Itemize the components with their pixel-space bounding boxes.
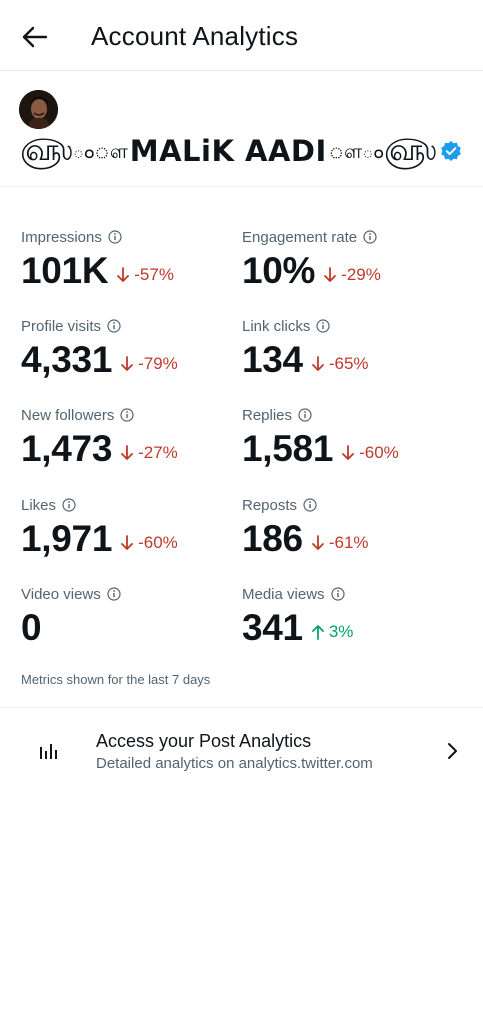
info-icon[interactable] (363, 230, 377, 244)
metric-change: -27% (120, 443, 178, 463)
metric-likes: Likes 1,971 -60% (21, 495, 241, 560)
metric-change-value: -79% (138, 354, 178, 373)
profile-header: ௵ ంௗ MALiK AADI ௗం ௵ (0, 71, 483, 187)
metric-value: 10% (242, 250, 316, 291)
arrow-up-icon (311, 625, 324, 640)
chevron-right-icon (448, 743, 457, 759)
info-icon[interactable] (298, 408, 312, 422)
arrow-down-icon (121, 356, 133, 371)
metric-change-value: -65% (328, 354, 369, 373)
metric-engagement-rate: Engagement rate 10% -29% (242, 227, 462, 292)
arrow-down-icon (117, 267, 130, 282)
info-icon[interactable] (107, 587, 121, 601)
arrow-down-icon (311, 356, 324, 371)
metric-change: -79% (120, 354, 178, 374)
metric-value: 1,971 (21, 518, 113, 559)
metric-change: -60% (341, 443, 399, 463)
metric-change-value: -60% (138, 533, 178, 552)
metric-label: Impressions (21, 228, 102, 246)
metric-change: -61% (311, 533, 369, 553)
arrow-left-icon (22, 26, 48, 48)
metric-value: 1,473 (21, 428, 113, 469)
info-icon[interactable] (120, 408, 134, 422)
arrow-down-icon (324, 267, 337, 282)
metric-change: -29% (323, 265, 381, 285)
metric-label: Link clicks (242, 317, 311, 335)
metric-value: 0 (21, 607, 42, 648)
metric-label: Reposts (242, 496, 298, 514)
arrow-down-icon (311, 535, 324, 550)
avatar-image (19, 90, 58, 129)
metric-value: 4,331 (21, 339, 113, 380)
name-decoration-right-small: ௗం (328, 139, 384, 163)
metric-label: Media views (242, 585, 325, 603)
metric-label: Video views (21, 585, 101, 603)
info-icon[interactable] (330, 587, 345, 601)
metric-value: 341 (242, 607, 303, 648)
metric-media-views: Media views 341 3% (242, 584, 462, 649)
metric-label: New followers (21, 406, 115, 424)
metric-label: Replies (242, 406, 293, 424)
info-icon[interactable] (303, 498, 317, 512)
info-icon[interactable] (107, 319, 121, 333)
metric-change-value: -27% (138, 443, 178, 462)
metric-change: -65% (311, 354, 369, 374)
name-decoration-left-small: ంௗ (72, 139, 128, 163)
metric-reposts: Reposts 186 -61% (242, 495, 462, 560)
info-icon[interactable] (62, 498, 76, 512)
post-analytics-subtitle: Detailed analytics on analytics.twitter.… (96, 755, 373, 772)
info-icon[interactable] (108, 230, 122, 244)
metric-label: Profile visits (21, 317, 102, 335)
metric-change-value: 3% (328, 622, 354, 641)
metric-replies: Replies 1,581 -60% (242, 405, 462, 470)
arrow-down-icon (121, 445, 133, 460)
metric-value: 101K (21, 250, 109, 291)
top-app-bar: Account Analytics (0, 0, 483, 71)
metric-label: Engagement rate (242, 228, 358, 246)
metric-link-clicks: Link clicks 134 -65% (242, 316, 462, 381)
arrow-down-icon (342, 445, 354, 460)
metric-profile-visits: Profile visits 4,331 -79% (21, 316, 241, 381)
info-icon[interactable] (316, 319, 330, 333)
metric-impressions: Impressions 101K -57% (21, 227, 241, 292)
bar-chart-icon (40, 744, 57, 759)
metric-change: 3% (311, 622, 354, 642)
name-decoration-right: ௵ (383, 133, 437, 168)
verified-badge-icon (440, 141, 461, 161)
avatar[interactable] (19, 90, 58, 129)
metric-video-views: Video views 0 (21, 584, 241, 649)
back-button[interactable] (20, 22, 50, 52)
metric-value: 134 (242, 339, 303, 380)
display-name: MALiK AADI (129, 134, 327, 168)
metric-change: -60% (120, 533, 178, 553)
metric-change-value: -61% (328, 533, 369, 552)
metric-new-followers: New followers 1,473 -27% (21, 405, 241, 470)
display-name-row: ௵ ంௗ MALiK AADI ௗం ௵ (20, 129, 462, 173)
post-analytics-link[interactable]: Access your Post Analytics Detailed anal… (0, 708, 483, 792)
metric-label: Likes (21, 496, 57, 514)
metric-value: 1,581 (242, 428, 334, 469)
page-title: Account Analytics (91, 21, 299, 51)
metric-change-value: -29% (341, 265, 381, 284)
post-analytics-title: Access your Post Analytics (96, 731, 312, 751)
metric-change-value: -57% (134, 265, 174, 284)
metrics-period-note: Metrics shown for the last 7 days (21, 672, 211, 687)
metric-change-value: -60% (359, 443, 399, 462)
metric-value: 186 (242, 518, 303, 559)
metric-change: -57% (116, 265, 174, 285)
arrow-down-icon (121, 535, 133, 550)
name-decoration-left: ௵ (20, 133, 73, 168)
